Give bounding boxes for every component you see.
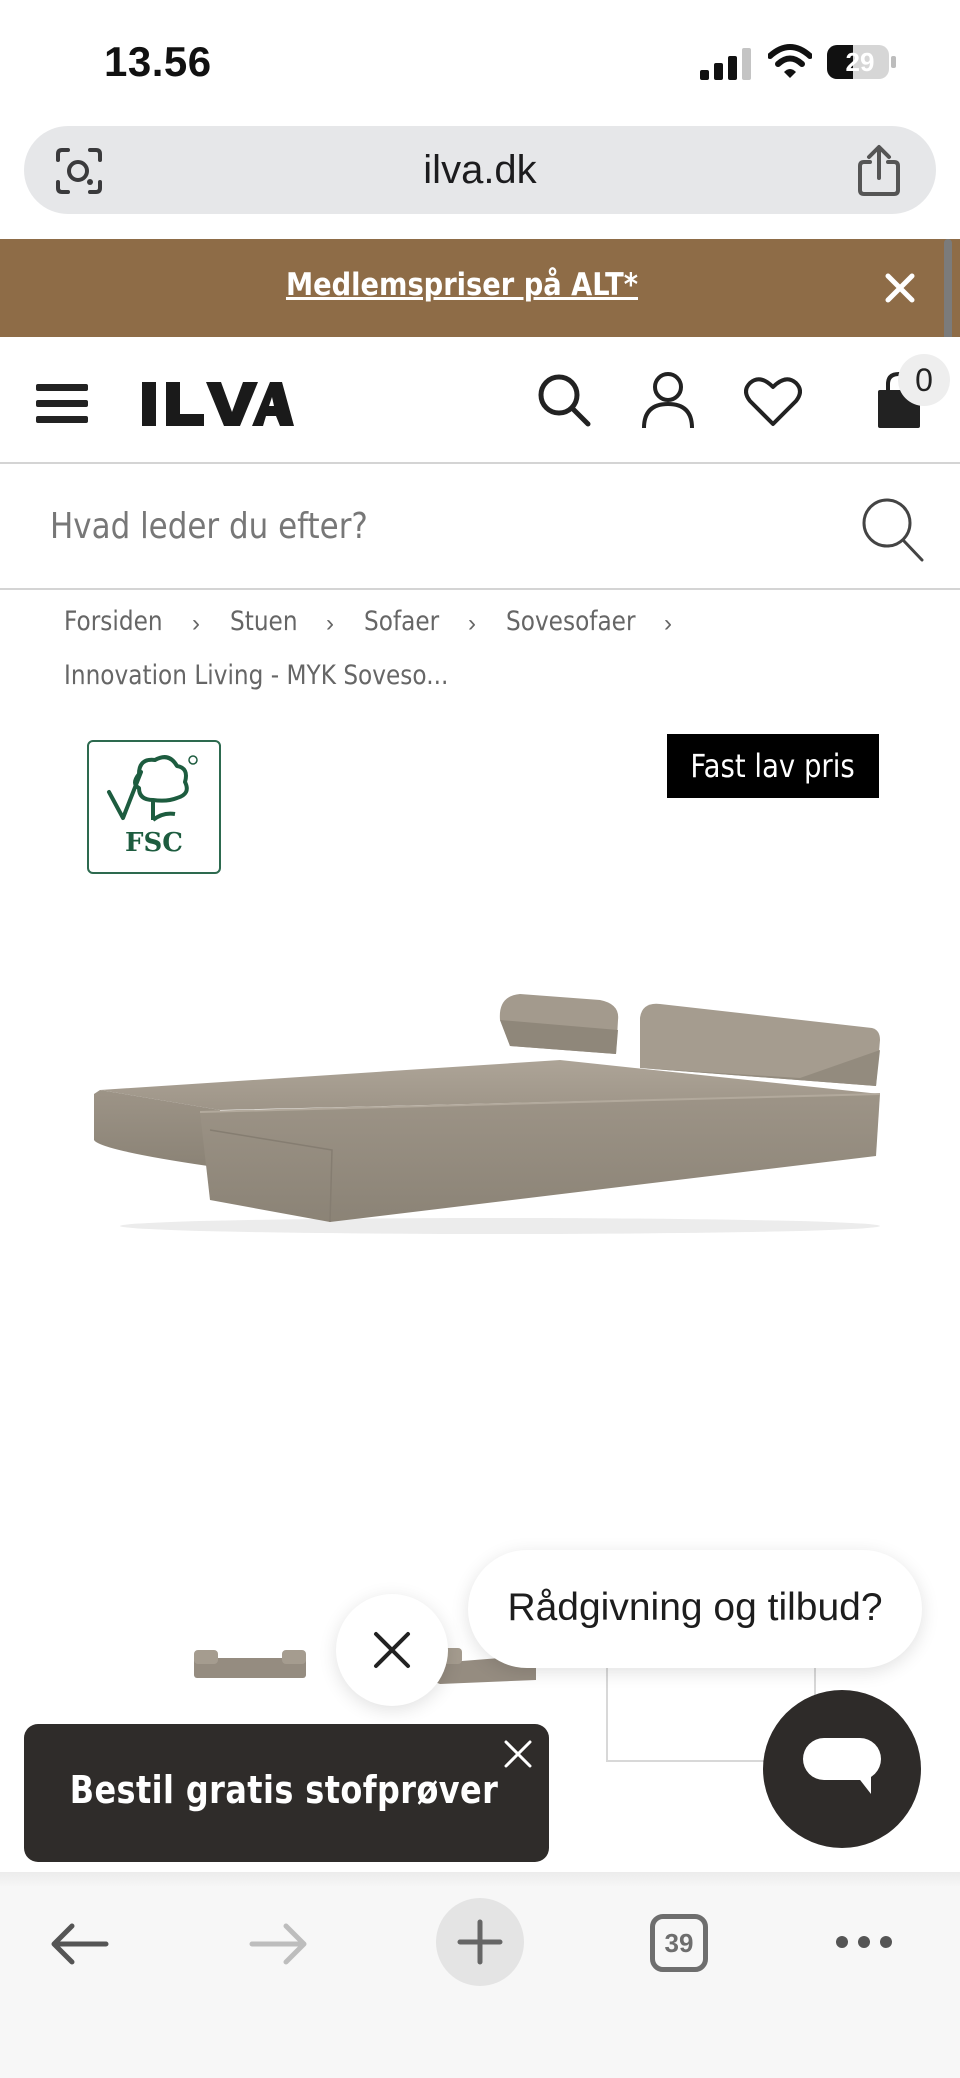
- forward-arrow-icon[interactable]: [248, 1920, 310, 1968]
- battery-icon: 29: [826, 44, 898, 80]
- back-arrow-icon[interactable]: [48, 1920, 110, 1968]
- fabric-samples-banner[interactable]: Bestil gratis stofprøver: [24, 1724, 549, 1862]
- chat-close-button[interactable]: [336, 1594, 448, 1706]
- chat-prompt-bubble[interactable]: Rådgivning og tilbud?: [468, 1550, 922, 1668]
- breadcrumb-item-sovesofaer[interactable]: Sovesofaer: [506, 606, 636, 637]
- fsc-tree-icon: [107, 755, 198, 822]
- breadcrumb-item-stuen[interactable]: Stuen: [230, 606, 298, 637]
- battery-level: 29: [845, 47, 875, 77]
- breadcrumb-separator: ›: [664, 610, 672, 637]
- close-icon[interactable]: [880, 268, 920, 308]
- plus-icon[interactable]: [456, 1918, 504, 1966]
- breadcrumb-item-forsiden[interactable]: Forsiden: [64, 606, 163, 637]
- cart-count-badge: 0: [898, 354, 950, 406]
- share-icon[interactable]: [856, 144, 902, 196]
- search-input[interactable]: Hvad leder du efter?: [50, 506, 368, 547]
- search-icon[interactable]: [536, 372, 592, 428]
- price-badge-label: Fast lav pris: [690, 747, 856, 785]
- account-icon[interactable]: [640, 370, 696, 430]
- heart-icon[interactable]: [744, 374, 802, 428]
- promo-banner[interactable]: Medlemspriser på ALT*: [0, 239, 960, 337]
- tab-count-button[interactable]: 39: [650, 1914, 708, 1972]
- close-icon[interactable]: [502, 1738, 534, 1770]
- breadcrumb-separator: ›: [468, 610, 476, 637]
- chat-icon[interactable]: [801, 1734, 883, 1804]
- fabric-samples-text[interactable]: Bestil gratis stofprøver: [66, 1768, 503, 1812]
- close-icon[interactable]: [372, 1630, 412, 1670]
- url-text[interactable]: ilva.dk: [24, 148, 936, 193]
- new-tab-button[interactable]: [436, 1898, 524, 1986]
- promo-link[interactable]: Medlemspriser på ALT*: [55, 267, 868, 303]
- breadcrumb-item-sofaer[interactable]: Sofaer: [364, 606, 439, 637]
- chat-launcher-button[interactable]: [763, 1690, 921, 1848]
- chat-prompt-text[interactable]: Rådgivning og tilbud?: [468, 1586, 922, 1630]
- price-badge: Fast lav pris: [667, 734, 879, 798]
- fsc-label: FSC: [125, 828, 183, 858]
- sofa-bed-product-image[interactable]: [80, 990, 900, 1240]
- breadcrumb-separator: ›: [326, 610, 334, 637]
- status-time: 13.56: [104, 38, 212, 85]
- wifi-icon: [768, 44, 812, 78]
- status-bar: 13.56 29: [0, 0, 960, 120]
- menu-icon[interactable]: [36, 382, 88, 426]
- breadcrumb-separator: ›: [192, 610, 200, 637]
- fsc-badge: FSC: [87, 740, 221, 874]
- more-options-icon[interactable]: [834, 1930, 894, 1954]
- breadcrumb-current: Innovation Living - MYK Soveso...: [64, 660, 449, 691]
- product-thumbnail[interactable]: [190, 1640, 320, 1696]
- cellular-signal-icon: [700, 48, 751, 80]
- search-icon[interactable]: [860, 496, 924, 562]
- ilva-logo[interactable]: [142, 380, 294, 428]
- address-bar[interactable]: ilva.dk: [24, 126, 936, 214]
